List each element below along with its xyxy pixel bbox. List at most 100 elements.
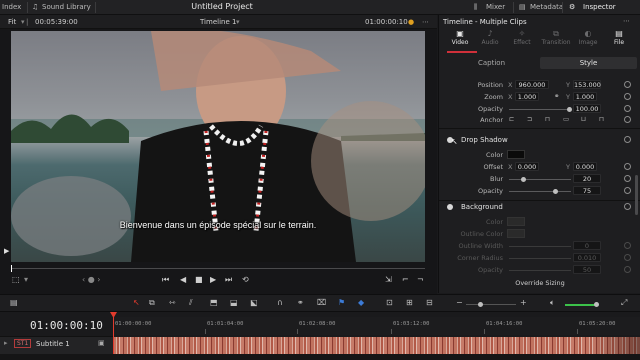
chevron-down-icon[interactable]: ▾ [236, 18, 240, 26]
outline-width-field[interactable]: 0 [573, 241, 601, 250]
reset-icon[interactable] [624, 203, 631, 210]
opacity-field[interactable]: 100.00 [573, 104, 601, 113]
position-y-field[interactable]: 153.000 [573, 80, 601, 89]
shadow-blur-slider[interactable] [509, 179, 571, 180]
dynamic-trim-icon[interactable]: ⇿ [169, 298, 176, 307]
timeline-zoom-knob[interactable] [478, 302, 483, 307]
insert-clip-icon[interactable]: ⬒ [210, 298, 218, 307]
tab-style[interactable]: Style [540, 57, 637, 69]
chevron-down-icon[interactable]: ▾ [21, 18, 25, 26]
reset-icon[interactable] [624, 266, 631, 273]
go-to-end-icon[interactable]: ⏭ [225, 275, 232, 285]
more-options-icon[interactable]: ⋯ [623, 17, 630, 25]
background-toggle[interactable] [447, 204, 453, 210]
timeline-zoom-slider[interactable] [466, 304, 516, 305]
tab-video[interactable]: ▣ Video [445, 29, 475, 46]
reset-icon[interactable] [624, 242, 631, 249]
reset-icon[interactable] [624, 116, 631, 123]
zoom-in-icon[interactable]: + [520, 298, 527, 307]
tab-file[interactable]: ▤ File [604, 29, 634, 46]
corner-radius-field[interactable]: 0.010 [573, 253, 601, 262]
reset-icon[interactable] [624, 163, 631, 170]
shadow-opacity-slider[interactable] [509, 191, 571, 192]
scrubber-handle[interactable] [11, 265, 12, 272]
trim-tool-icon[interactable]: ⧉ [149, 298, 155, 308]
play-icon[interactable]: ▶ [210, 275, 216, 284]
reset-icon[interactable] [624, 187, 631, 194]
shadow-blur-knob[interactable] [520, 177, 526, 182]
background-opacity-slider[interactable] [509, 270, 571, 271]
chevron-down-icon[interactable]: ▾ [24, 275, 28, 284]
track-visibility-icon[interactable]: ▣ [98, 339, 105, 347]
tab-transition[interactable]: ⧉ Transition [539, 29, 573, 46]
reset-icon[interactable] [624, 81, 631, 88]
background-color-swatch[interactable] [507, 217, 525, 226]
shadow-color-swatch[interactable] [507, 150, 525, 159]
blade-tool-icon[interactable]: ⫽ [189, 298, 193, 308]
timeline-ruler[interactable]: 01:00:00:00 01:01:04:00 01:02:08:00 01:0… [113, 317, 640, 335]
opacity-slider-knob[interactable] [567, 107, 572, 112]
snapping-icon[interactable]: ∩ [277, 298, 283, 307]
jog-control-icon[interactable]: ‹ ● › [82, 275, 100, 284]
linked-selection-icon[interactable]: ⚭ [297, 298, 304, 307]
shadow-opacity-field[interactable]: 75 [573, 186, 601, 195]
flag-icon[interactable]: ⚑ [338, 298, 345, 307]
reset-icon[interactable] [624, 254, 631, 261]
reset-icon[interactable] [624, 93, 631, 100]
metadata-button[interactable]: Metadata [530, 3, 563, 11]
stop-icon[interactable]: ■ [195, 275, 203, 284]
replace-clip-icon[interactable]: ⬕ [250, 298, 258, 307]
inspector-button[interactable]: Inspector [583, 3, 616, 11]
outline-color-swatch[interactable] [507, 229, 525, 238]
corner-radius-slider[interactable] [509, 258, 571, 259]
viewer-scrubber[interactable] [11, 268, 425, 269]
go-to-start-icon[interactable]: ⏮ [162, 275, 169, 285]
volume-slider[interactable] [565, 304, 597, 306]
anchor-bottom-icon[interactable]: ⊓ [599, 115, 604, 123]
shadow-offset-x-field[interactable]: 0.000 [515, 162, 539, 171]
opacity-slider[interactable] [509, 109, 571, 110]
position-lock-icon[interactable]: ⌧ [317, 298, 326, 307]
subtitle-track-clips[interactable] [113, 337, 640, 354]
play-reverse-icon[interactable]: ◀ [180, 275, 186, 284]
shadow-blur-field[interactable]: 20 [573, 174, 601, 183]
detail-zoom-icon[interactable]: ⊞ [406, 298, 413, 307]
outline-width-slider[interactable] [509, 246, 571, 247]
reset-icon[interactable] [624, 136, 631, 143]
loop-icon[interactable]: ⟲ [242, 275, 249, 284]
shadow-offset-y-field[interactable]: 0.000 [573, 162, 597, 171]
timeline-scrollbar[interactable] [0, 354, 640, 360]
full-extent-zoom-icon[interactable]: ⊡ [386, 298, 393, 307]
zoom-y-field[interactable]: 1.000 [573, 92, 597, 101]
more-options-icon[interactable]: ⋯ [422, 18, 429, 26]
zoom-dropdown[interactable]: Fit [8, 18, 16, 26]
track-lock-icon[interactable]: ▸ [4, 339, 8, 347]
mixer-button[interactable]: Mixer [486, 3, 505, 11]
match-frame-icon[interactable]: ⇲ [385, 275, 392, 284]
tab-effect[interactable]: ✧ Effect [507, 29, 537, 46]
position-x-field[interactable]: 960.000 [515, 80, 549, 89]
playhead[interactable] [113, 313, 114, 360]
viewer-layout-icon[interactable]: ⬚ [12, 275, 20, 284]
timeline-view-options-icon[interactable]: ▤ [10, 298, 18, 307]
zoom-out-icon[interactable]: − [456, 298, 463, 307]
timeline-dropdown[interactable]: Timeline 1 [200, 18, 236, 26]
expand-icon[interactable]: ⤢ [621, 298, 627, 308]
inspector-scrollbar[interactable] [635, 175, 638, 215]
volume-knob[interactable] [594, 302, 599, 307]
anchor-center-icon[interactable]: ⊐ [527, 115, 532, 123]
anchor-middle-icon[interactable]: ⊔ [581, 115, 586, 123]
speaker-icon[interactable]: 🔈︎ [550, 298, 555, 308]
tab-audio[interactable]: ♪ Audio [475, 29, 505, 46]
mark-out-icon[interactable]: ¬ [417, 275, 424, 284]
tab-image[interactable]: ◐ Image [573, 29, 603, 46]
tab-caption[interactable]: Caption [443, 57, 540, 69]
reset-icon[interactable] [624, 105, 631, 112]
anchor-left-icon[interactable]: ⊏ [509, 115, 514, 123]
zoom-x-field[interactable]: 1.000 [515, 92, 539, 101]
mark-in-icon[interactable]: ⌐ [402, 275, 409, 284]
selection-tool-icon[interactable]: ↖ [133, 298, 140, 307]
custom-zoom-icon[interactable]: ⊟ [426, 298, 433, 307]
anchor-right-icon[interactable]: ⊓ [545, 115, 550, 123]
background-opacity-field[interactable]: 50 [573, 265, 601, 274]
